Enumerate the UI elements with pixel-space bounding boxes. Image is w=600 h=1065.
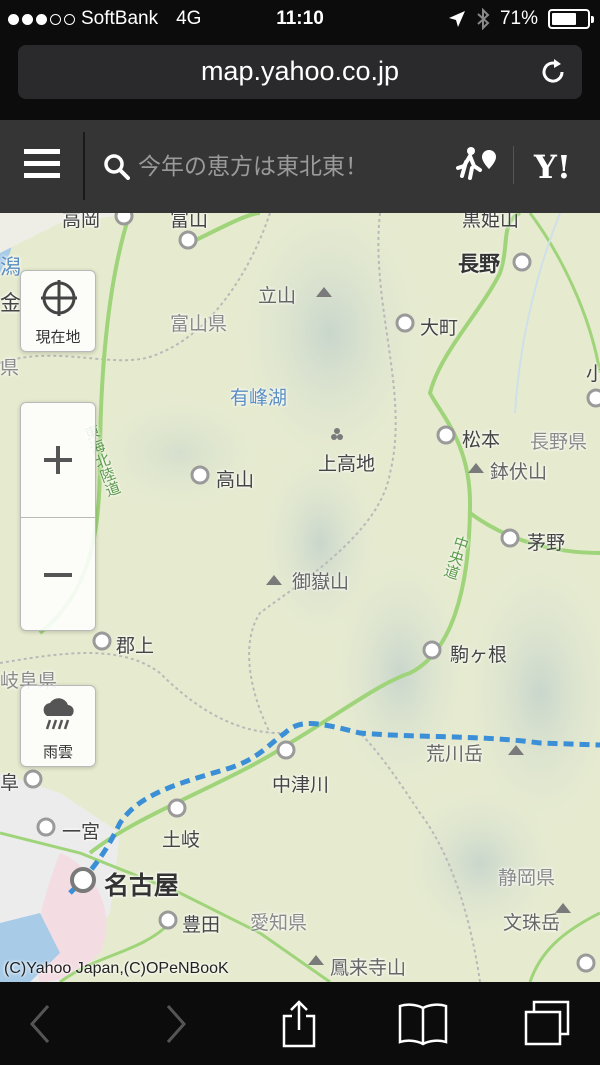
map-label-matsumoto: 松本 — [462, 429, 501, 451]
menu-icon[interactable] — [24, 149, 60, 183]
browser-address-bar: map.yahoo.co.jp — [0, 40, 600, 120]
map-label-arakawa: 荒川岳 — [426, 743, 484, 765]
map-label-omachi: 大町 — [420, 317, 459, 339]
divider — [83, 132, 85, 200]
map-view[interactable]: 高岡 富山 黒姫山 長野 潟 金 立山 富山県 大町 県 有峰湖 松本 長野県 … — [0, 213, 600, 982]
status-bar: SoftBank 4G 11:10 71% — [0, 0, 600, 40]
back-icon[interactable] — [14, 998, 68, 1050]
tabs-icon[interactable] — [520, 998, 574, 1050]
map-label-ichinomiya: 一宮 — [62, 821, 101, 843]
route-search-icon[interactable] — [456, 146, 500, 182]
url-field[interactable]: map.yahoo.co.jp — [18, 45, 582, 99]
map-label-ontake: 御嶽山 — [292, 571, 350, 593]
zoom-out-button[interactable] — [21, 518, 95, 632]
map-label-chino: 茅野 — [527, 532, 566, 554]
map-label-nakatsugawa: 中津川 — [272, 774, 330, 796]
map-label-bunju: 文珠岳 — [503, 912, 561, 934]
rain-cloud-button[interactable]: 雨雲 — [20, 685, 96, 767]
map-label-takaoka: 高岡 — [62, 213, 101, 231]
current-location-button[interactable]: 現在地 — [20, 270, 96, 352]
zoom-in-button[interactable] — [21, 403, 95, 517]
map-label-toki: 土岐 — [162, 829, 201, 851]
map-label-takayama: 高山 — [216, 469, 255, 491]
map-label-kana: 金 — [0, 291, 21, 315]
map-label-shizuoka-pref: 静岡県 — [498, 867, 556, 889]
rain-cloud-icon — [43, 698, 74, 730]
crosshair-icon — [41, 280, 77, 316]
forward-icon[interactable] — [148, 998, 202, 1050]
minus-icon — [44, 573, 72, 577]
map-copyright: (C)Yahoo Japan,(C)OPeNBooK — [4, 960, 229, 977]
reload-icon[interactable] — [538, 57, 568, 87]
map-label-horaiji: 鳳来寺山 — [330, 957, 407, 979]
map-label-kamikochi: 上高地 — [318, 453, 376, 475]
map-label-ken-left: 県 — [0, 357, 20, 379]
map-label-toyama: 富山 — [170, 213, 209, 231]
bluetooth-icon — [477, 8, 490, 30]
battery-percent: 71% — [499, 8, 538, 29]
map-label-gujo: 郡上 — [116, 635, 155, 657]
location-arrow-icon — [448, 11, 465, 27]
map-label-toyama-pref: 富山県 — [170, 313, 228, 335]
map-label-nagoya: 名古屋 — [104, 871, 180, 900]
plus-icon — [44, 446, 72, 474]
search-input[interactable] — [138, 150, 438, 184]
map-label-nagano: 長野 — [458, 252, 500, 276]
search-icon — [104, 154, 130, 180]
map-label-aichi-pref: 愛知県 — [250, 912, 308, 934]
map-label-komagane: 駒ヶ根 — [450, 644, 508, 666]
zoom-control — [20, 402, 96, 631]
map-label-hachibuse: 鉢伏山 — [490, 461, 548, 483]
map-label-tateyama: 立山 — [258, 285, 297, 307]
browser-toolbar — [0, 982, 600, 1065]
rain-cloud-label: 雨雲 — [42, 743, 73, 761]
map-label-ko-right: 小 — [586, 363, 600, 385]
map-label-kurohime: 黒姫山 — [462, 213, 520, 231]
share-icon[interactable] — [272, 998, 326, 1050]
map-label-nagano-pref: 長野県 — [530, 431, 588, 453]
map-label-niigata-part: 潟 — [0, 255, 21, 279]
app-header — [0, 120, 600, 213]
map-label-gifu-left: 阜 — [0, 772, 20, 794]
current-location-label: 現在地 — [35, 328, 81, 346]
map-label-arimine: 有峰湖 — [230, 387, 288, 409]
yahoo-japan-logo[interactable]: Y! — [534, 148, 571, 186]
url-text: map.yahoo.co.jp — [200, 56, 400, 86]
map-label-toyota: 豊田 — [182, 914, 221, 936]
battery-icon — [548, 9, 594, 29]
bookmarks-icon[interactable] — [396, 998, 450, 1050]
divider — [513, 146, 514, 184]
